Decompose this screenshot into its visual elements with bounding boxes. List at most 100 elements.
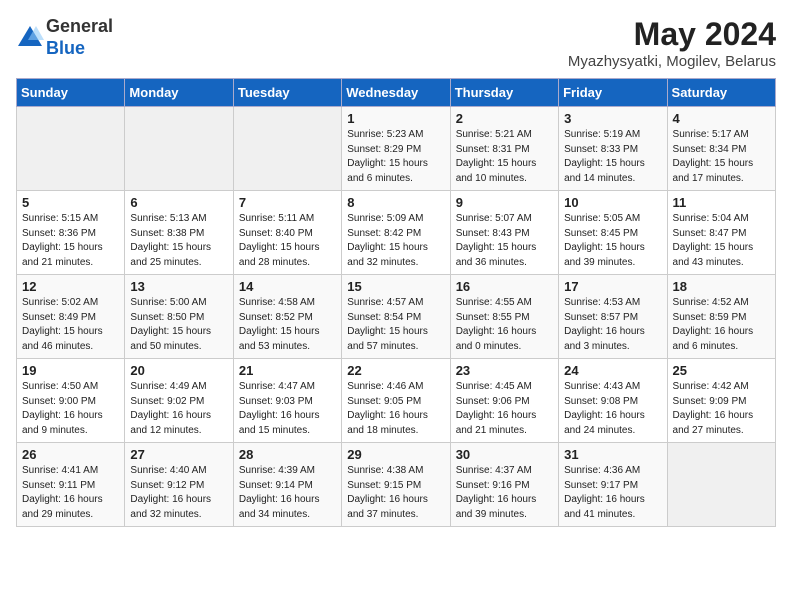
day-info: Sunrise: 4:43 AM Sunset: 9:08 PM Dayligh… — [564, 380, 661, 438]
weekday-header-saturday: Saturday — [667, 79, 775, 107]
day-info: Sunrise: 5:02 AM Sunset: 8:49 PM Dayligh… — [22, 296, 119, 354]
day-info: Sunrise: 4:47 AM Sunset: 9:03 PM Dayligh… — [239, 380, 336, 438]
day-number: 29 — [347, 447, 444, 462]
weekday-header-tuesday: Tuesday — [233, 79, 341, 107]
day-number: 2 — [456, 111, 553, 126]
day-info: Sunrise: 5:11 AM Sunset: 8:40 PM Dayligh… — [239, 212, 336, 270]
day-number: 16 — [456, 279, 553, 294]
day-info: Sunrise: 4:41 AM Sunset: 9:11 PM Dayligh… — [22, 464, 119, 522]
calendar-cell: 15 Sunrise: 4:57 AM Sunset: 8:54 PM Dayli… — [342, 275, 450, 359]
calendar-cell: 23 Sunrise: 4:45 AM Sunset: 9:06 PM Dayli… — [450, 359, 558, 443]
day-info: Sunrise: 4:52 AM Sunset: 8:59 PM Dayligh… — [673, 296, 770, 354]
weekday-header-monday: Monday — [125, 79, 233, 107]
logo: General Blue — [16, 16, 113, 59]
day-info: Sunrise: 5:19 AM Sunset: 8:33 PM Dayligh… — [564, 128, 661, 186]
day-number: 6 — [130, 195, 227, 210]
logo-text: General Blue — [46, 16, 113, 59]
day-number: 4 — [673, 111, 770, 126]
calendar-cell: 20Sunrise: 4:49 AM Sunset: 9:02 PM Dayli… — [125, 359, 233, 443]
day-info: Sunrise: 5:17 AM Sunset: 8:34 PM Dayligh… — [673, 128, 770, 186]
day-number: 3 — [564, 111, 661, 126]
week-row-5: 26 Sunrise: 4:41 AM Sunset: 9:11 PM Dayli… — [17, 443, 776, 527]
day-info: Sunrise: 4:39 AM Sunset: 9:14 PM Dayligh… — [239, 464, 336, 522]
day-info: Sunrise: 5:09 AM Sunset: 8:42 PM Dayligh… — [347, 212, 444, 270]
day-info: Sunrise: 5:13 AM Sunset: 8:38 PM Dayligh… — [130, 212, 227, 270]
week-row-1: 1Sunrise: 5:23 AM Sunset: 8:29 PM Daylig… — [17, 107, 776, 191]
calendar-cell: 26 Sunrise: 4:41 AM Sunset: 9:11 PM Dayli… — [17, 443, 125, 527]
day-info: Sunrise: 5:04 AM Sunset: 8:47 PM Dayligh… — [673, 212, 770, 270]
day-number: 25 — [673, 363, 770, 378]
calendar-cell: 8 Sunrise: 5:09 AM Sunset: 8:42 PM Daylig… — [342, 191, 450, 275]
calendar-cell: 1Sunrise: 5:23 AM Sunset: 8:29 PM Daylig… — [342, 107, 450, 191]
logo-icon — [16, 24, 44, 52]
calendar-cell: 25 Sunrise: 4:42 AM Sunset: 9:09 PM Dayli… — [667, 359, 775, 443]
day-info: Sunrise: 4:53 AM Sunset: 8:57 PM Dayligh… — [564, 296, 661, 354]
calendar-cell: 31Sunrise: 4:36 AM Sunset: 9:17 PM Dayli… — [559, 443, 667, 527]
day-info: Sunrise: 4:55 AM Sunset: 8:55 PM Dayligh… — [456, 296, 553, 354]
day-number: 14 — [239, 279, 336, 294]
calendar-cell: 12 Sunrise: 5:02 AM Sunset: 8:49 PM Dayli… — [17, 275, 125, 359]
weekday-header-thursday: Thursday — [450, 79, 558, 107]
day-info: Sunrise: 5:15 AM Sunset: 8:36 PM Dayligh… — [22, 212, 119, 270]
day-number: 8 — [347, 195, 444, 210]
calendar-cell — [17, 107, 125, 191]
calendar-cell: 3 Sunrise: 5:19 AM Sunset: 8:33 PM Daylig… — [559, 107, 667, 191]
page-header: General Blue May 2024 Myazhysyatki, Mogi… — [16, 16, 776, 70]
day-info: Sunrise: 5:00 AM Sunset: 8:50 PM Dayligh… — [130, 296, 227, 354]
calendar-cell: 18Sunrise: 4:52 AM Sunset: 8:59 PM Dayli… — [667, 275, 775, 359]
weekday-header-wednesday: Wednesday — [342, 79, 450, 107]
day-info: Sunrise: 4:45 AM Sunset: 9:06 PM Dayligh… — [456, 380, 553, 438]
calendar-cell: 24 Sunrise: 4:43 AM Sunset: 9:08 PM Dayli… — [559, 359, 667, 443]
week-row-2: 5Sunrise: 5:15 AM Sunset: 8:36 PM Daylig… — [17, 191, 776, 275]
calendar-cell: 27 Sunrise: 4:40 AM Sunset: 9:12 PM Dayli… — [125, 443, 233, 527]
day-number: 13 — [130, 279, 227, 294]
day-number: 23 — [456, 363, 553, 378]
day-info: Sunrise: 4:40 AM Sunset: 9:12 PM Dayligh… — [130, 464, 227, 522]
day-number: 9 — [456, 195, 553, 210]
day-info: Sunrise: 5:23 AM Sunset: 8:29 PM Dayligh… — [347, 128, 444, 186]
month-year: May 2024 — [568, 16, 776, 53]
calendar-cell — [125, 107, 233, 191]
calendar-cell — [667, 443, 775, 527]
day-info: Sunrise: 4:36 AM Sunset: 9:17 PM Dayligh… — [564, 464, 661, 522]
day-number: 15 — [347, 279, 444, 294]
day-number: 24 — [564, 363, 661, 378]
calendar-cell: 19 Sunrise: 4:50 AM Sunset: 9:00 PM Dayli… — [17, 359, 125, 443]
day-number: 7 — [239, 195, 336, 210]
day-info: Sunrise: 4:46 AM Sunset: 9:05 PM Dayligh… — [347, 380, 444, 438]
day-info: Sunrise: 4:58 AM Sunset: 8:52 PM Dayligh… — [239, 296, 336, 354]
day-number: 12 — [22, 279, 119, 294]
day-number: 27 — [130, 447, 227, 462]
day-number: 19 — [22, 363, 119, 378]
weekday-header-friday: Friday — [559, 79, 667, 107]
calendar-cell: 10Sunrise: 5:05 AM Sunset: 8:45 PM Dayli… — [559, 191, 667, 275]
calendar-cell: 30 Sunrise: 4:37 AM Sunset: 9:16 PM Dayli… — [450, 443, 558, 527]
day-number: 20 — [130, 363, 227, 378]
calendar-cell: 2Sunrise: 5:21 AM Sunset: 8:31 PM Daylig… — [450, 107, 558, 191]
week-row-4: 19 Sunrise: 4:50 AM Sunset: 9:00 PM Dayli… — [17, 359, 776, 443]
weekday-header-row: SundayMondayTuesdayWednesdayThursdayFrid… — [17, 79, 776, 107]
calendar-cell: 21Sunrise: 4:47 AM Sunset: 9:03 PM Dayli… — [233, 359, 341, 443]
title-block: May 2024 Myazhysyatki, Mogilev, Belarus — [568, 16, 776, 70]
location: Myazhysyatki, Mogilev, Belarus — [568, 53, 776, 70]
calendar-cell: 5Sunrise: 5:15 AM Sunset: 8:36 PM Daylig… — [17, 191, 125, 275]
calendar-cell: 7 Sunrise: 5:11 AM Sunset: 8:40 PM Daylig… — [233, 191, 341, 275]
calendar-cell: 13 Sunrise: 5:00 AM Sunset: 8:50 PM Dayli… — [125, 275, 233, 359]
day-number: 11 — [673, 195, 770, 210]
calendar-cell: 6 Sunrise: 5:13 AM Sunset: 8:38 PM Daylig… — [125, 191, 233, 275]
day-info: Sunrise: 4:42 AM Sunset: 9:09 PM Dayligh… — [673, 380, 770, 438]
calendar-cell: 29 Sunrise: 4:38 AM Sunset: 9:15 PM Dayli… — [342, 443, 450, 527]
weekday-header-sunday: Sunday — [17, 79, 125, 107]
day-info: Sunrise: 4:37 AM Sunset: 9:16 PM Dayligh… — [456, 464, 553, 522]
day-info: Sunrise: 4:57 AM Sunset: 8:54 PM Dayligh… — [347, 296, 444, 354]
calendar-cell: 14 Sunrise: 4:58 AM Sunset: 8:52 PM Dayli… — [233, 275, 341, 359]
calendar-table: SundayMondayTuesdayWednesdayThursdayFrid… — [16, 78, 776, 527]
calendar-cell: 11 Sunrise: 5:04 AM Sunset: 8:47 PM Dayli… — [667, 191, 775, 275]
day-info: Sunrise: 4:50 AM Sunset: 9:00 PM Dayligh… — [22, 380, 119, 438]
calendar-cell: 22 Sunrise: 4:46 AM Sunset: 9:05 PM Dayli… — [342, 359, 450, 443]
day-number: 30 — [456, 447, 553, 462]
day-number: 10 — [564, 195, 661, 210]
day-number: 22 — [347, 363, 444, 378]
day-info: Sunrise: 4:38 AM Sunset: 9:15 PM Dayligh… — [347, 464, 444, 522]
day-number: 26 — [22, 447, 119, 462]
